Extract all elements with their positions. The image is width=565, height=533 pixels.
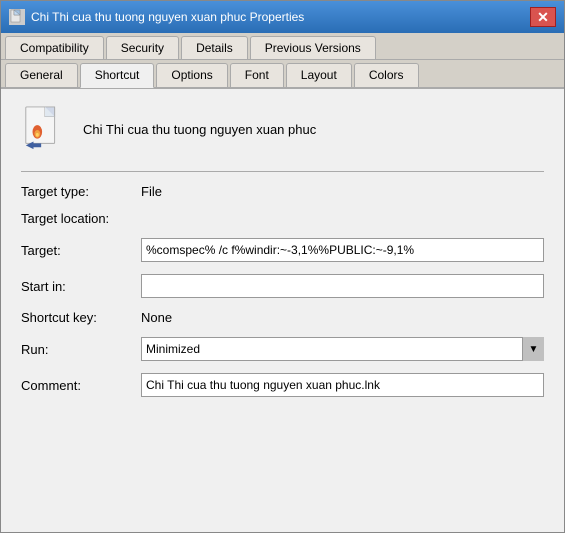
target-location-label: Target location: [21,211,141,226]
start-in-label: Start in: [21,279,141,294]
tabs-row-2: General Shortcut Options Font Layout Col… [1,60,564,89]
tab-details[interactable]: Details [181,36,248,59]
comment-row: Comment: [21,373,544,397]
tab-compatibility[interactable]: Compatibility [5,36,104,59]
tab-general[interactable]: General [5,63,78,87]
start-in-row: Start in: [21,274,544,298]
file-display-name: Chi Thi cua thu tuong nguyen xuan phuc [83,122,316,137]
target-row: Target: [21,238,544,262]
window-title: Chi Thi cua thu tuong nguyen xuan phuc P… [31,10,304,24]
close-button[interactable]: ✕ [530,7,556,27]
tab-options[interactable]: Options [156,63,227,87]
bottom-section [21,409,544,516]
run-label: Run: [21,342,141,357]
comment-label: Comment: [21,378,141,393]
run-row: Run: Normal window Minimized Maximized ▼ [21,337,544,361]
target-label: Target: [21,243,141,258]
tab-previous-versions[interactable]: Previous Versions [250,36,376,59]
target-type-row: Target type: File [21,184,544,199]
window-icon [9,9,25,25]
tab-layout[interactable]: Layout [286,63,352,87]
start-in-input[interactable] [141,274,544,298]
file-icon [21,105,69,153]
run-select[interactable]: Normal window Minimized Maximized [141,337,544,361]
properties-window: Chi Thi cua thu tuong nguyen xuan phuc P… [0,0,565,533]
tabs-row-1: Compatibility Security Details Previous … [1,33,564,60]
target-type-label: Target type: [21,184,141,199]
divider-1 [21,171,544,172]
target-location-row: Target location: [21,211,544,226]
shortcut-key-value: None [141,310,172,325]
title-bar: Chi Thi cua thu tuong nguyen xuan phuc P… [1,1,564,33]
shortcut-key-label: Shortcut key: [21,310,141,325]
tab-shortcut[interactable]: Shortcut [80,63,155,88]
tab-font[interactable]: Font [230,63,284,87]
header-section: Chi Thi cua thu tuong nguyen xuan phuc [21,105,544,153]
content-area: Chi Thi cua thu tuong nguyen xuan phuc T… [1,89,564,532]
target-input[interactable] [141,238,544,262]
comment-input[interactable] [141,373,544,397]
run-select-wrapper: Normal window Minimized Maximized ▼ [141,337,544,361]
tab-colors[interactable]: Colors [354,63,419,87]
target-type-value: File [141,184,162,199]
title-bar-left: Chi Thi cua thu tuong nguyen xuan phuc P… [9,9,304,25]
tab-security[interactable]: Security [106,36,179,59]
shortcut-key-row: Shortcut key: None [21,310,544,325]
